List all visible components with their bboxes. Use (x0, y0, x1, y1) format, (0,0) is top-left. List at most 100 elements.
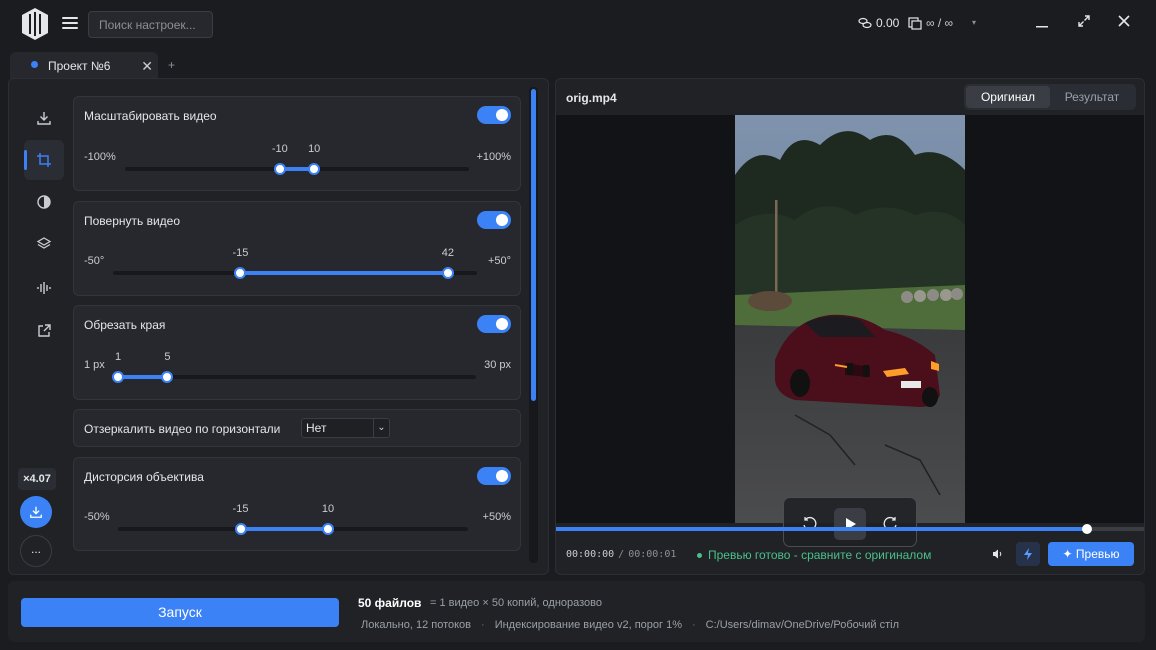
coins-icon (858, 17, 872, 28)
distortion-toggle[interactable] (477, 467, 511, 485)
maximize-button[interactable] (1072, 12, 1096, 36)
close-icon (1118, 15, 1130, 27)
rewind-button[interactable] (794, 508, 826, 540)
volume-button[interactable] (992, 548, 1004, 563)
rotate-title: Повернуть видео (84, 214, 181, 228)
time-total: 00:00:01 (628, 549, 677, 560)
rail-download[interactable] (24, 98, 64, 138)
lightning-icon (1024, 548, 1032, 560)
crop-slider-thumb-low[interactable] (112, 371, 124, 383)
rail-export[interactable] (24, 311, 64, 351)
view-original-tab[interactable]: Оригинал (966, 86, 1050, 108)
rotate-toggle[interactable] (477, 211, 511, 229)
progress-fill (556, 527, 1087, 531)
view-result-tab[interactable]: Результат (1050, 86, 1134, 108)
app-logo-icon (22, 8, 48, 40)
mirror-select-value: Нет (306, 421, 327, 435)
preview-file-name: orig.mp4 (566, 91, 617, 105)
mirror-card: Отзеркалить видео по горизонтали Нет ⌄ (73, 409, 521, 447)
meta-path[interactable]: C:/Users/dimav/OneDrive/Робочий стіл (706, 619, 899, 631)
preview-status: Превью готово - сравните с оригиналом (697, 548, 931, 562)
rail-crop[interactable] (24, 140, 64, 180)
status-dot (697, 552, 702, 558)
preview-button[interactable]: ✦ Превью (1048, 542, 1134, 566)
view-toggle: Оригинал Результат (964, 84, 1136, 110)
download-icon (30, 506, 42, 518)
play-button[interactable] (834, 508, 866, 540)
scrollbar-thumb[interactable] (531, 89, 536, 401)
meta-separator: · (481, 619, 485, 631)
search-input[interactable] (88, 11, 213, 38)
scale-title: Масштабировать видео (84, 109, 217, 123)
distortion-title: Дисторсия объектива (84, 470, 204, 484)
scale-max-label: +100% (476, 151, 511, 163)
contrast-icon (37, 195, 51, 209)
fast-mode-button[interactable] (1016, 542, 1040, 566)
rotate-min-label: -50° (84, 255, 105, 267)
crop-slider-thumb-high[interactable] (161, 371, 174, 383)
meta-indexing: Индексирование видео v2, порог 1% (494, 619, 682, 631)
scale-toggle[interactable] (477, 106, 511, 124)
new-tab-button[interactable]: + (168, 58, 175, 72)
forward-button[interactable] (874, 508, 906, 540)
rail-audio[interactable] (24, 268, 64, 308)
crop-icon (37, 153, 51, 167)
crop-toggle[interactable] (477, 315, 511, 333)
rotate-slider-thumb-low[interactable] (234, 267, 247, 279)
distortion-min-label: -50% (84, 511, 110, 523)
audio-icon (37, 282, 51, 294)
minimize-button[interactable] (1030, 12, 1054, 36)
run-button[interactable]: Запуск (21, 598, 339, 627)
title-bar: 0.00 ∞ / ∞ ▾ (0, 0, 1156, 48)
scale-slider-thumb-low[interactable] (273, 163, 286, 175)
download-icon (37, 112, 51, 125)
distortion-slider-fill (240, 527, 328, 531)
crop-slider-value-high: 5 (164, 351, 171, 363)
meta-mode: Локально, 12 потоков (361, 619, 472, 631)
video-viewport[interactable] (556, 115, 1144, 547)
caret-down-icon[interactable]: ▾ (972, 18, 976, 27)
credits-indicator: 0.00 (858, 16, 899, 30)
rail-contrast[interactable] (24, 182, 64, 222)
video-frame (735, 115, 965, 523)
rotate-slider-thumb-high[interactable] (441, 267, 454, 279)
scale-slider-value-low: -10 (271, 143, 288, 155)
distortion-slider-thumb-high[interactable] (322, 523, 334, 535)
scale-card: Масштабировать видео -100% +100% -10 10 (73, 96, 521, 191)
crop-slider-fill (118, 375, 168, 379)
tab-label: Проект №6 (48, 59, 111, 73)
crop-title: Обрезать края (84, 318, 166, 332)
more-button[interactable]: ... (20, 535, 52, 567)
distortion-slider-thumb-low[interactable] (234, 523, 247, 535)
status-text: Превью готово - сравните с оригиналом (708, 548, 932, 562)
close-window-button[interactable] (1112, 12, 1136, 36)
distortion-max-label: +50% (482, 511, 511, 523)
scale-slider-thumb-high[interactable] (308, 163, 321, 175)
rotate-slider-fill (240, 271, 448, 275)
mirror-title: Отзеркалить видео по горизонтали (84, 422, 281, 436)
rail-layers[interactable] (24, 224, 64, 264)
tab-project[interactable]: Проект №6 ✕ (10, 52, 158, 80)
tab-status-dot (31, 61, 38, 68)
download-queue-button[interactable] (20, 496, 52, 528)
credits-value: 0.00 (876, 16, 900, 30)
export-icon (38, 324, 51, 337)
run-meta: Локально, 12 потоков · Индексирование ви… (361, 619, 899, 631)
tab-close-icon[interactable]: ✕ (141, 58, 153, 75)
expand-icon (1078, 15, 1090, 27)
distortion-slider-value-low: -15 (232, 503, 249, 515)
copy-icon (908, 16, 922, 30)
limits-value: ∞ / ∞ (926, 16, 954, 30)
distortion-card: Дисторсия объектива -50% +50% -15 10 (73, 457, 521, 551)
mirror-select[interactable]: Нет ⌄ (301, 418, 390, 438)
progress-knob[interactable] (1082, 524, 1092, 534)
crop-max-label: 30 px (484, 359, 511, 371)
scale-slider-value-high: 10 (308, 143, 321, 155)
crop-min-label: 1 px (84, 359, 105, 371)
volume-icon (993, 549, 1002, 559)
menu-icon[interactable] (62, 15, 78, 31)
settings-scrollbar[interactable] (529, 87, 538, 563)
rotate-card: Повернуть видео -50° +50° -15 42 (73, 201, 521, 296)
scale-min-label: -100% (84, 151, 116, 163)
time-current: 00:00:00 (566, 549, 615, 560)
